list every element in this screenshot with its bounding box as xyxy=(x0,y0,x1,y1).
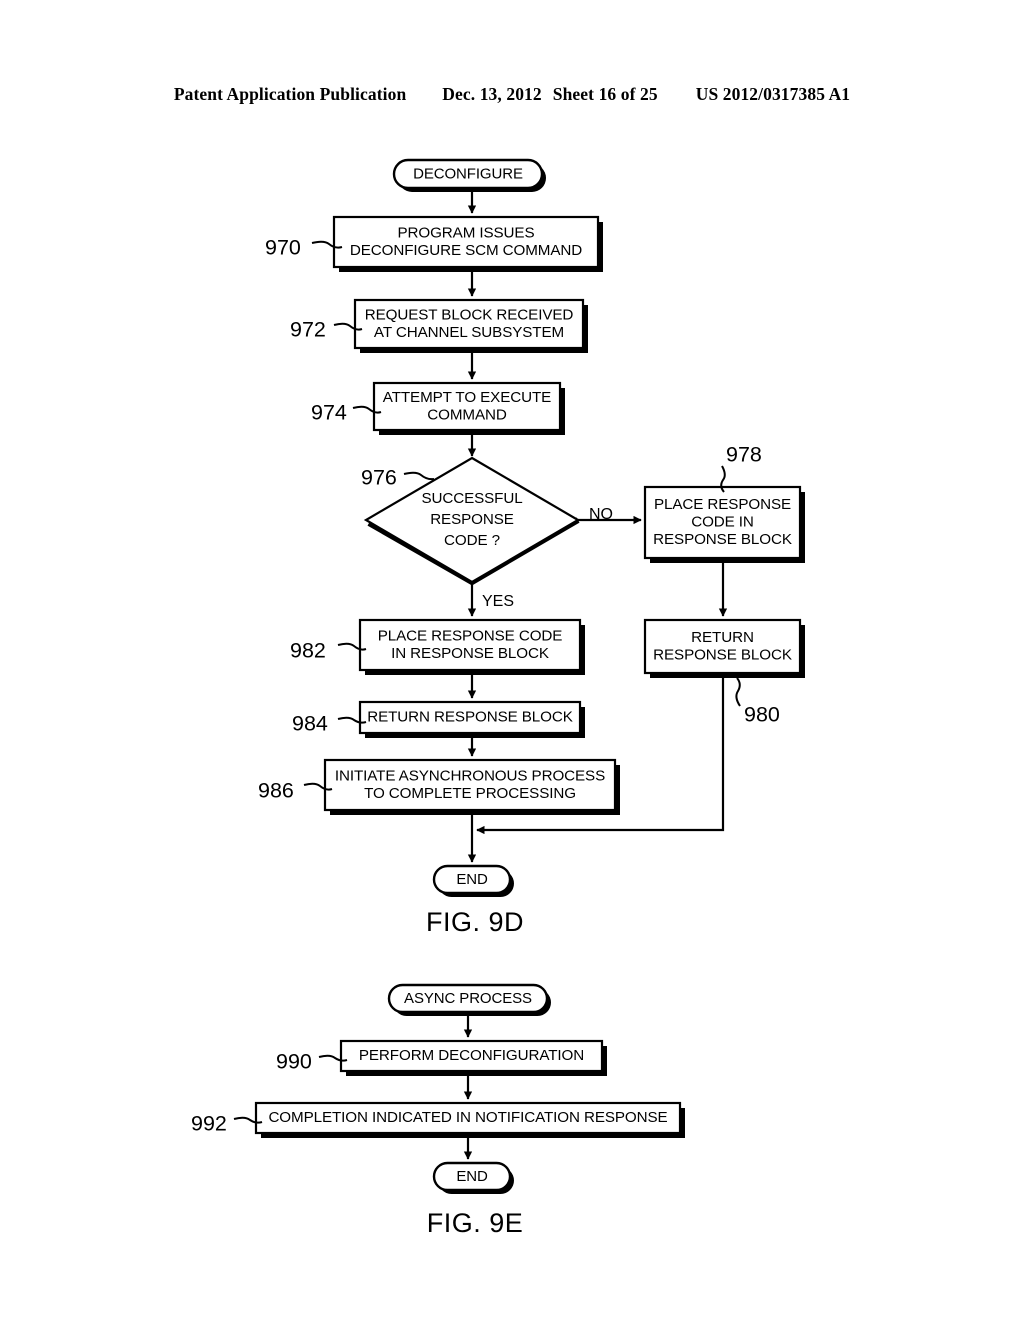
edge-label-no: NO xyxy=(589,506,613,523)
reference-numeral-976: 976 xyxy=(361,466,397,490)
reference-numeral-992: 992 xyxy=(191,1112,227,1136)
patent-page: Patent Application Publication Dec. 13, … xyxy=(0,0,1024,1320)
process-place-response-code-in-response-block-success: PLACE RESPONSE CODE IN RESPONSE BLOCK xyxy=(358,618,585,675)
terminator-end-9e-label: END xyxy=(456,1168,488,1185)
figure-caption: FIG. 9E xyxy=(427,1208,524,1238)
process-perform-deconfiguration: PERFORM DECONFIGURATION xyxy=(339,1039,607,1076)
process-return-response-block-success: RETURN RESPONSE BLOCK xyxy=(358,700,585,738)
reference-numeral-986: 986 xyxy=(258,779,294,803)
reference-numeral-970: 970 xyxy=(265,236,301,260)
terminator-async-process: ASYNC PROCESS xyxy=(387,983,551,1016)
terminator-end-9e: END xyxy=(432,1161,514,1194)
process-completion-indicated-in-notification-response: COMPLETION INDICATED IN NOTIFICATION RES… xyxy=(254,1101,685,1138)
terminator-end-9d-label: END xyxy=(456,871,488,888)
reference-numeral-978: 978 xyxy=(726,443,762,467)
edge-label-yes: YES xyxy=(482,593,514,610)
figure-caption: FIG. 9D xyxy=(426,907,524,937)
reference-numeral-984: 984 xyxy=(292,712,328,736)
terminator-async-process-label: ASYNC PROCESS xyxy=(404,990,532,1007)
leader-line-976 xyxy=(403,471,435,481)
process-initiate-asynchronous-process: INITIATE ASYNCHRONOUS PROCESS TO COMPLETE… xyxy=(323,758,620,815)
process-attempt-to-execute-command: ATTEMPT TO EXECUTE COMMAND xyxy=(372,381,565,435)
process-place-response-code-in-response-block-success-label: PLACE RESPONSE CODE IN RESPONSE BLOCK xyxy=(378,627,563,662)
process-place-response-code-in-response-block-error: PLACE RESPONSE CODE IN RESPONSE BLOCK xyxy=(643,485,805,563)
reference-numeral-990: 990 xyxy=(276,1050,312,1074)
process-program-issues-deconfigure-scm-command: PROGRAM ISSUES DECONFIGURE SCM COMMAND xyxy=(332,215,603,272)
decision-successful-response-code: SUCCESSFUL RESPONSE CODE ? xyxy=(363,456,581,586)
leader-line-980 xyxy=(735,677,741,707)
terminator-deconfigure-label: DECONFIGURE xyxy=(413,165,523,182)
process-return-response-block-error: RETURN RESPONSE BLOCK xyxy=(643,618,805,678)
reference-numeral-980: 980 xyxy=(744,703,780,727)
flowchart-canvas: DECONFIGURE PROGRAM ISSUES DECONFIGURE SCM… xyxy=(191,158,805,1238)
process-request-block-received-at-channel-subsystem-label: REQUEST BLOCK RECEIVED AT CHANNEL SUBSYST… xyxy=(365,306,574,341)
reference-numeral-982: 982 xyxy=(290,639,326,663)
figure-fig--9e: ASYNC PROCESS PERFORM DECONFIGURATION 990 C… xyxy=(191,983,685,1238)
reference-numeral-974: 974 xyxy=(311,401,347,425)
reference-numeral-972: 972 xyxy=(290,318,326,342)
figure-fig--9d: DECONFIGURE PROGRAM ISSUES DECONFIGURE SCM… xyxy=(258,158,805,937)
terminator-end-9d: END xyxy=(432,864,514,897)
terminator-deconfigure: DECONFIGURE xyxy=(392,158,546,192)
process-request-block-received-at-channel-subsystem: REQUEST BLOCK RECEIVED AT CHANNEL SUBSYST… xyxy=(353,298,588,353)
process-return-response-block-success-label: RETURN RESPONSE BLOCK xyxy=(367,709,573,726)
process-perform-deconfiguration-label: PERFORM DECONFIGURATION xyxy=(359,1047,584,1064)
process-completion-indicated-in-notification-response-label: COMPLETION INDICATED IN NOTIFICATION RES… xyxy=(268,1109,667,1126)
process-initiate-asynchronous-process-label: INITIATE ASYNCHRONOUS PROCESS TO COMPLETE… xyxy=(335,767,605,802)
